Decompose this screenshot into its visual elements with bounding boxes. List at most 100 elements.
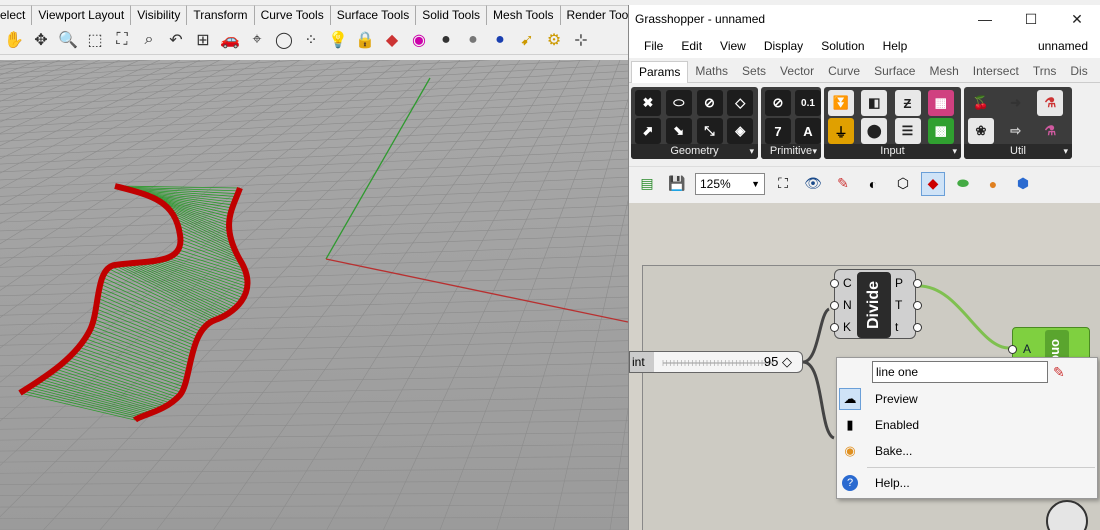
gumball-icon[interactable]: ⊹ xyxy=(569,28,593,52)
grip-output-t2[interactable] xyxy=(913,323,922,332)
zoom-selected-icon[interactable]: ⌕ xyxy=(137,28,161,52)
menu-item-bake[interactable]: ◉ Bake... xyxy=(837,439,1097,463)
zoom-extents-icon[interactable]: ⛶ xyxy=(110,28,134,52)
color-wheel-icon[interactable]: ◉ xyxy=(407,28,431,52)
point-param-icon[interactable]: ◈ xyxy=(727,118,754,144)
layers-icon[interactable]: ◆ xyxy=(380,28,404,52)
cherry-icon[interactable]: 🍒 xyxy=(968,90,994,116)
sphere-blue-icon[interactable]: ● xyxy=(488,28,512,52)
tab-vector[interactable]: Vector xyxy=(773,64,821,82)
menu-display[interactable]: Display xyxy=(755,39,812,53)
boolean-param-icon[interactable]: ⊘ xyxy=(765,90,791,116)
zoom-dropdown[interactable]: 125% ▼ xyxy=(695,172,765,195)
close-button[interactable]: ✕ xyxy=(1054,5,1100,33)
line-param-icon[interactable]: ⤡ xyxy=(696,118,723,144)
flask-icon[interactable]: ⚗ xyxy=(1037,118,1063,144)
sphere-shaded-icon[interactable]: ● xyxy=(434,28,458,52)
minimize-button[interactable]: — xyxy=(962,5,1008,33)
brep-param-icon[interactable]: ⊘ xyxy=(696,90,723,116)
rhino-tab-curve-tools[interactable]: Curve Tools xyxy=(254,5,331,25)
panel-input-label[interactable]: Input ▾ xyxy=(824,144,961,159)
slider-track[interactable] xyxy=(658,352,778,372)
display-mode-icon[interactable]: ⬢ xyxy=(1011,172,1035,196)
select-arrow-icon[interactable]: ➹ xyxy=(515,28,539,52)
zoom-window-icon[interactable]: ⬚ xyxy=(83,28,107,52)
gh-title-bar[interactable]: Grasshopper - unnamed — ☐ ✕ xyxy=(629,5,1100,33)
menu-item-help[interactable]: ? Help... xyxy=(837,471,1097,495)
menu-solution[interactable]: Solution xyxy=(812,39,873,53)
menu-view[interactable]: View xyxy=(711,39,755,53)
tab-sets[interactable]: Sets xyxy=(735,64,773,82)
camera-icon[interactable]: ⌖ xyxy=(245,28,269,52)
gradient-icon[interactable]: ▦ xyxy=(927,90,954,116)
geometry-cache-icon[interactable]: ⬈ xyxy=(635,118,661,144)
number-slider-icon[interactable]: Ƶ xyxy=(894,90,921,116)
tab-maths[interactable]: Maths xyxy=(688,64,735,82)
save-file-icon[interactable]: 💾 xyxy=(665,172,689,196)
menu-edit[interactable]: Edit xyxy=(672,39,711,53)
undo-view-icon[interactable]: ↶ xyxy=(164,28,188,52)
maximize-button[interactable]: ☐ xyxy=(1008,5,1054,33)
rhino-tab-solid-tools[interactable]: Solid Tools xyxy=(416,5,488,25)
preview-mode-icon[interactable]: ◐ xyxy=(861,172,885,196)
arrow-right-icon[interactable]: ➜ xyxy=(1003,90,1029,116)
menu-help[interactable]: Help xyxy=(874,39,917,53)
panel-geometry-label[interactable]: Geometry ▾ xyxy=(631,144,758,159)
points-icon[interactable]: ⁘ xyxy=(299,28,323,52)
rhino-tab-transform[interactable]: Transform xyxy=(187,5,255,25)
arrow-outline-icon[interactable]: ⇨ xyxy=(1003,118,1029,144)
tab-mesh[interactable]: Mesh xyxy=(922,64,965,82)
gear-icon[interactable]: ⚙ xyxy=(542,28,566,52)
nickname-input[interactable] xyxy=(872,361,1048,383)
number-param-icon[interactable]: 0.1 xyxy=(795,90,821,116)
shaded-preview-icon[interactable]: ◆ xyxy=(921,171,945,196)
md-slider-icon[interactable]: ▩ xyxy=(927,118,954,144)
tree-icon[interactable]: ❀ xyxy=(968,118,994,144)
tab-params[interactable]: Params xyxy=(631,61,689,83)
sketch-icon[interactable]: ✎ xyxy=(831,172,855,196)
rename-icon[interactable]: ✎ xyxy=(1053,364,1065,381)
light-icon[interactable]: 💡 xyxy=(326,28,350,52)
car-icon[interactable]: 🚗 xyxy=(218,28,242,52)
bake-icon[interactable]: ⬬ xyxy=(951,172,975,196)
menu-item-enabled[interactable]: ▮ Enabled xyxy=(837,413,1097,437)
panel-expand-icon[interactable]: ▾ xyxy=(812,144,817,159)
rhino-tab-visibility[interactable]: Visibility xyxy=(131,5,188,25)
button-icon[interactable]: ⬤ xyxy=(861,118,888,144)
open-file-icon[interactable]: ▤ xyxy=(635,172,659,196)
tab-curve[interactable]: Curve xyxy=(821,64,867,82)
lock-icon[interactable]: 🔒 xyxy=(353,28,377,52)
divide-component-body[interactable]: Divide xyxy=(857,272,891,338)
grip-input-c[interactable] xyxy=(830,279,839,288)
wireframe-icon[interactable]: ⬡ xyxy=(891,172,915,196)
zoom-icon[interactable]: 🔍 xyxy=(56,28,80,52)
sphere-rendered-icon[interactable]: ● xyxy=(461,28,485,52)
rotate-view-icon[interactable]: ✥ xyxy=(29,28,53,52)
generic-geometry-icon[interactable]: ✖ xyxy=(635,90,661,116)
tab-trns[interactable]: Trns xyxy=(1026,64,1064,82)
four-viewports-icon[interactable]: ⊞ xyxy=(191,28,215,52)
circle-icon[interactable]: ◯ xyxy=(272,28,296,52)
grip-output-p[interactable] xyxy=(913,279,922,288)
divide-component[interactable]: Divide C N K P T t xyxy=(830,269,922,339)
panel-primitive-label[interactable]: Primitive ▾ xyxy=(761,144,821,159)
integer-param-icon[interactable]: 7 xyxy=(765,118,791,144)
tab-surface[interactable]: Surface xyxy=(867,64,922,82)
integer-slider[interactable]: int 95 ◇ xyxy=(629,351,803,373)
perspective-viewport[interactable] xyxy=(0,60,628,530)
box-param-icon[interactable]: ⬭ xyxy=(665,90,692,116)
pan-icon[interactable]: ✋ xyxy=(2,28,26,52)
grip-input-n[interactable] xyxy=(830,301,839,310)
panel-expand-icon[interactable]: ▾ xyxy=(749,144,754,159)
material-icon[interactable]: ● xyxy=(981,172,1005,196)
tab-intersect[interactable]: Intersect xyxy=(966,64,1026,82)
grip-input-k[interactable] xyxy=(830,323,839,332)
rhino-tab-viewport-layout[interactable]: Viewport Layout xyxy=(32,5,132,25)
tab-dis[interactable]: Dis xyxy=(1063,64,1094,82)
rhino-tab-mesh-tools[interactable]: Mesh Tools xyxy=(487,5,561,25)
fitness-icon[interactable]: ⚗ xyxy=(1037,90,1064,116)
grip-panel-input[interactable] xyxy=(1008,345,1017,354)
menu-file[interactable]: File xyxy=(635,39,672,53)
panel-expand-icon[interactable]: ▾ xyxy=(952,144,957,159)
toggle-icon[interactable]: ◧ xyxy=(861,90,888,116)
